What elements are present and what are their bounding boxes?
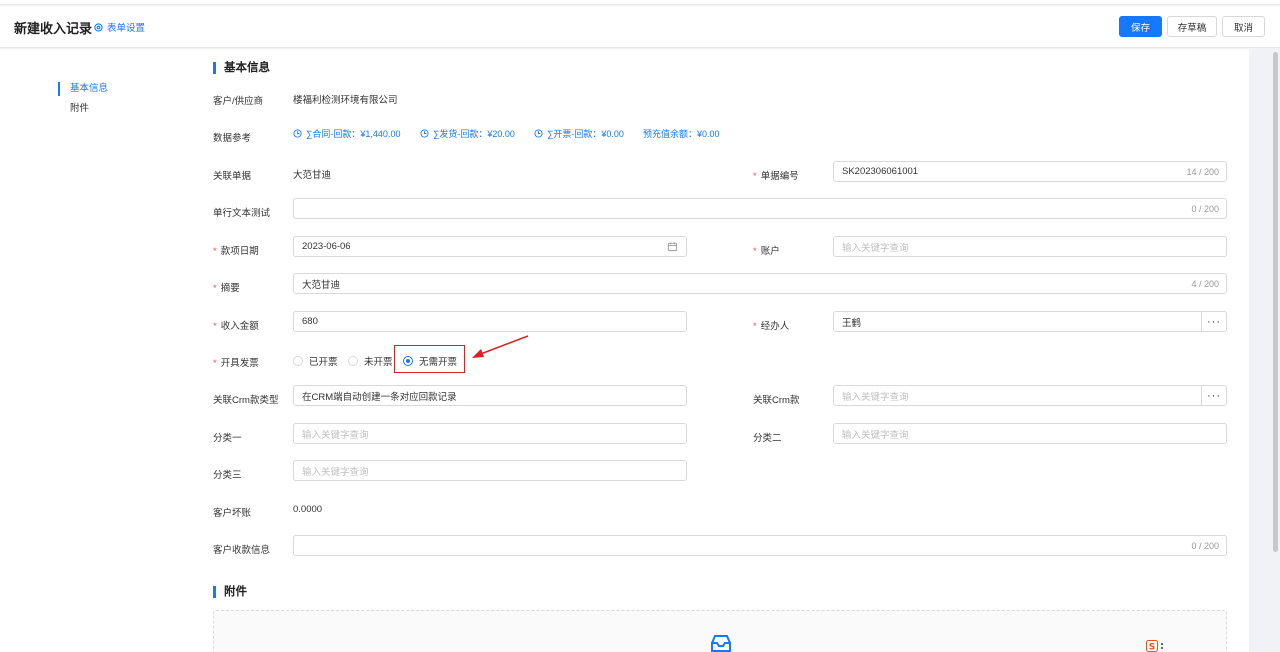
- date-value: 2023-06-06: [302, 241, 351, 252]
- radio-circle: [293, 356, 303, 366]
- summary-value: 大范甘迪: [302, 279, 341, 291]
- crm-more-button[interactable]: ···: [1201, 385, 1227, 406]
- calendar-icon: [667, 242, 678, 252]
- gear-icon: [94, 22, 103, 32]
- summary-label: * 摘要: [213, 283, 240, 294]
- summary-input[interactable]: 大范甘迪 4 / 200: [293, 273, 1227, 294]
- required-mark: *: [753, 246, 757, 257]
- date-picker[interactable]: 2023-06-06: [293, 236, 687, 257]
- nav-item-basic-info[interactable]: 基本信息: [58, 82, 108, 96]
- required-mark: *: [213, 321, 217, 332]
- cat1-input[interactable]: 输入关键字查询: [293, 423, 687, 444]
- annotation-highlight-box: [394, 345, 465, 373]
- cancel-button[interactable]: 取消: [1222, 16, 1265, 37]
- crm-type-value: 在CRM端自动创建一条对应回款记录: [302, 391, 457, 403]
- ref-contract-receipt-text: ∑合同-回款：¥1,440.00: [306, 129, 401, 139]
- payment-info-input[interactable]: 0 / 200: [293, 535, 1227, 556]
- form-settings-label: 表单设置: [107, 23, 146, 34]
- doc-no-label: * 单据编号: [753, 171, 799, 182]
- single-text-input[interactable]: 0 / 200: [293, 198, 1227, 219]
- section-nav: 基本信息 附件: [0, 49, 191, 652]
- save-draft-button[interactable]: 存草稿: [1167, 16, 1217, 37]
- required-mark: *: [213, 283, 217, 294]
- page-title: 新建收入记录: [14, 21, 93, 36]
- payment-info-count: 0 / 200: [1191, 541, 1219, 551]
- ref-prepaid-balance-text: 预充值余额：¥0.00: [643, 129, 720, 139]
- section-title-basic-info: 基本信息: [213, 62, 270, 74]
- handler-more-button[interactable]: ···: [1201, 311, 1227, 332]
- ref-delivery-receipt-text: ∑发货-回款：¥20.00: [433, 129, 515, 139]
- doc-no-value: SK202306061001: [842, 166, 919, 177]
- invoice-label: * 开具发票: [213, 358, 259, 369]
- date-label: * 款项日期: [213, 246, 259, 257]
- cat2-input[interactable]: 输入关键字查询: [833, 423, 1227, 444]
- account-label: * 账户: [753, 246, 780, 257]
- single-text-label: 单行文本测试: [213, 208, 271, 219]
- required-mark: *: [753, 321, 757, 332]
- ref-invoice-receipt-text: ∑开票-回款：¥0.00: [547, 129, 624, 139]
- bad-debt-label: 客户坏账: [213, 508, 252, 519]
- doc-no-input[interactable]: SK202306061001 14 / 200: [833, 161, 1227, 182]
- save-button[interactable]: 保存: [1119, 16, 1162, 37]
- clock-icon: [293, 129, 302, 138]
- inbox-icon: [711, 635, 731, 652]
- radio-invoiced[interactable]: 已开票: [293, 354, 338, 368]
- clock-icon: [420, 129, 429, 138]
- summary-count: 4 / 200: [1191, 279, 1219, 289]
- handler-value: 王鹤: [842, 317, 862, 329]
- related-doc-value: 大范甘迪: [293, 170, 332, 181]
- bad-debt-value: 0.0000: [293, 504, 323, 515]
- crm-label: 关联Crm款: [753, 395, 800, 406]
- doc-no-count: 14 / 200: [1186, 167, 1219, 177]
- form-panel: 基本信息 客户/供应商 楼福利检测环境有限公司 数据参考 ∑合同-回款：¥1,4…: [191, 49, 1249, 652]
- scrollbar[interactable]: [1273, 52, 1278, 552]
- section-title-attachments: 附件: [213, 586, 247, 598]
- required-mark: *: [213, 358, 217, 369]
- account-input[interactable]: 输入关键字查询: [833, 236, 1227, 257]
- form-settings-link[interactable]: 表单设置: [94, 20, 145, 34]
- amount-input[interactable]: 680: [293, 311, 687, 332]
- handler-label: * 经办人: [753, 321, 790, 332]
- crm-input[interactable]: 输入关键字查询: [833, 385, 1202, 406]
- radio-not-invoiced-label: 未开票: [364, 357, 393, 368]
- cat3-label: 分类三: [213, 470, 242, 481]
- crm-type-select[interactable]: 在CRM端自动创建一条对应回款记录: [293, 385, 687, 406]
- customer-label: 客户/供应商: [213, 96, 264, 107]
- required-mark: *: [753, 171, 757, 182]
- cat1-placeholder: 输入关键字查询: [302, 429, 369, 441]
- radio-invoiced-label: 已开票: [309, 357, 338, 368]
- cat2-placeholder: 输入关键字查询: [842, 429, 909, 441]
- cat1-label: 分类一: [213, 433, 242, 444]
- cat3-input[interactable]: 输入关键字查询: [293, 460, 687, 481]
- ref-invoice-receipt[interactable]: ∑开票-回款：¥0.00: [534, 127, 624, 140]
- crm-type-label: 关联Crm款类型: [213, 395, 279, 406]
- payment-info-label: 客户收款信息: [213, 545, 271, 556]
- radio-not-invoiced[interactable]: 未开票: [348, 354, 393, 368]
- input-method-icon[interactable]: S: [1146, 640, 1166, 652]
- window-top-strip: [0, 0, 1280, 5]
- annotation-arrow-icon: [472, 335, 529, 358]
- amount-value: 680: [302, 316, 318, 327]
- cat3-placeholder: 输入关键字查询: [302, 466, 369, 478]
- related-doc-label: 关联单据: [213, 171, 252, 182]
- customer-value: 楼福利检测环境有限公司: [293, 95, 398, 106]
- handler-input[interactable]: 王鹤: [833, 311, 1202, 332]
- data-ref-label: 数据参考: [213, 133, 252, 144]
- cat2-label: 分类二: [753, 433, 782, 444]
- clock-icon: [534, 129, 543, 138]
- ref-contract-receipt[interactable]: ∑合同-回款：¥1,440.00: [293, 127, 400, 140]
- account-placeholder: 输入关键字查询: [842, 242, 909, 254]
- ref-prepaid-balance: 预充值余额：¥0.00: [643, 127, 720, 140]
- single-text-count: 0 / 200: [1191, 204, 1219, 214]
- crm-placeholder: 输入关键字查询: [842, 391, 909, 403]
- page-header: 新建收入记录 表单设置 保存 存草稿 取消: [0, 6, 1280, 48]
- ref-delivery-receipt[interactable]: ∑发货-回款：¥20.00: [420, 127, 515, 140]
- radio-circle: [348, 356, 358, 366]
- attachment-upload-zone[interactable]: S: [213, 610, 1227, 652]
- required-mark: *: [213, 246, 217, 257]
- amount-label: * 收入金额: [213, 321, 259, 332]
- svg-text:S: S: [1149, 643, 1155, 652]
- nav-item-attachments[interactable]: 附件: [58, 102, 89, 116]
